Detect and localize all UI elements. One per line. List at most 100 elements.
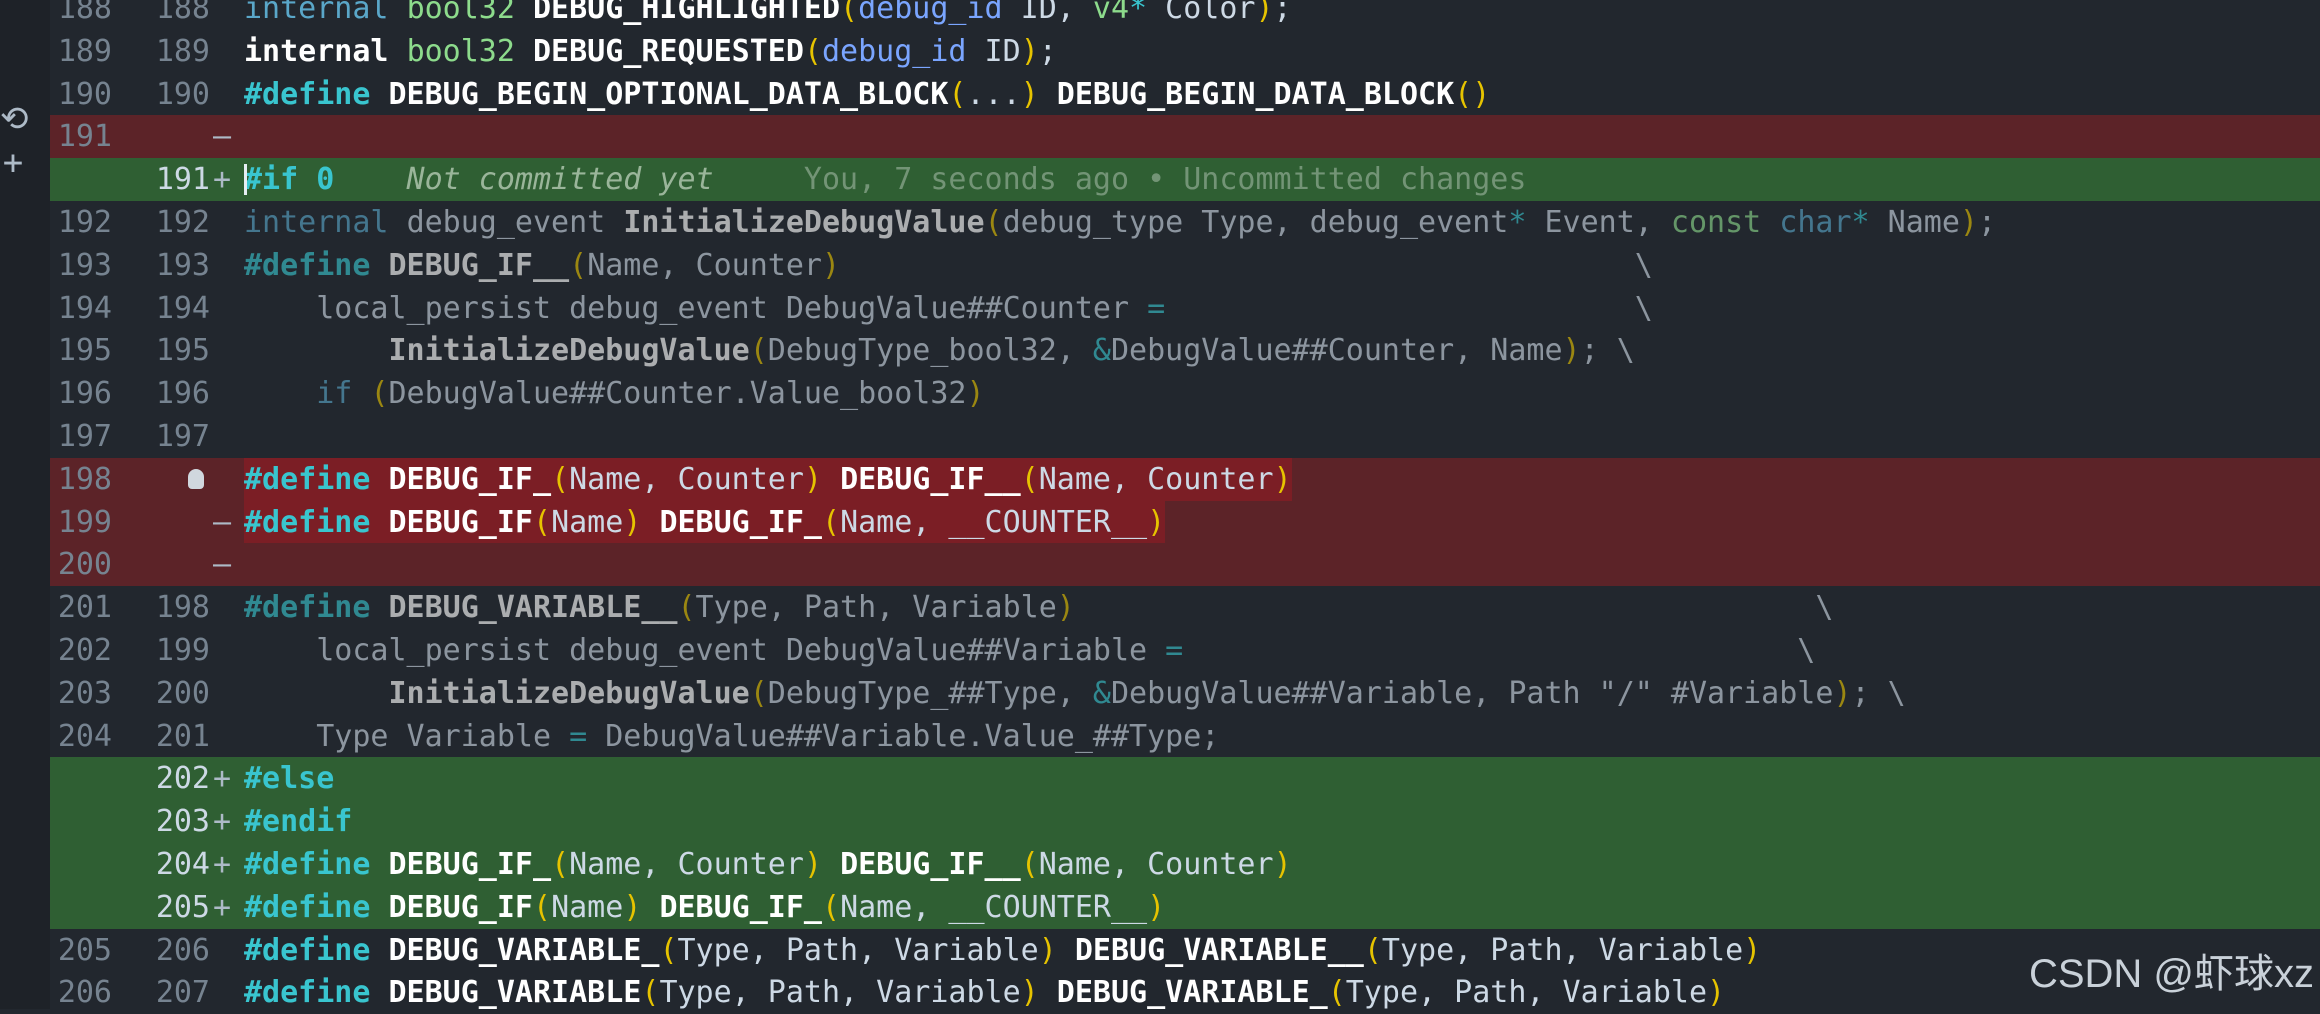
added-marker: +	[212, 804, 232, 840]
code-token: (	[1327, 975, 1346, 1011]
code-token: internal	[244, 0, 407, 26]
code-token: ...	[966, 76, 1021, 112]
code-line[interactable]: 206 207 #define DEBUG_VARIABLE(Type, Path,…	[50, 971, 2320, 1014]
code-token: DEBUG_IF_	[659, 889, 822, 925]
code-token: (	[749, 675, 768, 711]
code-token: *	[1851, 205, 1870, 240]
code-token: DEBUG_VARIABLE__	[1074, 932, 1364, 968]
code-line[interactable]: 199— #define DEBUG_IF(Name) DEBUG_IF_(Nam…	[50, 500, 2320, 544]
code-token: ;	[1977, 205, 1997, 240]
code-line[interactable]: 194 194 local_persist debug_event DebugVa…	[50, 287, 2320, 330]
code-token: )	[1147, 889, 1166, 925]
code-text: local_persist debug_event DebugValue##Va…	[244, 629, 1815, 672]
old-line-number: 197	[57, 419, 112, 454]
code-token: )	[803, 847, 822, 882]
code-token: )	[623, 504, 642, 540]
code-token: (	[822, 889, 841, 925]
new-line-number: 197	[155, 419, 210, 454]
code-token: #define	[244, 847, 389, 882]
text-cursor	[244, 164, 247, 196]
code-line[interactable]: 192 192 internal debug_event InitializeDeb…	[50, 201, 2320, 244]
code-text: internal bool32 DEBUG_HIGHLIGHTED(debug_…	[244, 0, 1292, 30]
code-token: DebugValue##Counter.Value_bool32	[388, 376, 967, 412]
code-line[interactable]: 203 + #endif	[50, 800, 2320, 844]
code-token: (	[551, 461, 570, 497]
code-text: #endif	[244, 800, 352, 843]
code-line[interactable]: 197 197	[50, 415, 2320, 458]
code-token: Name, Counter	[1038, 847, 1274, 882]
code-token: )	[822, 247, 841, 283]
code-token: debug_id	[822, 33, 967, 69]
code-token: Type, Path, Variable	[659, 975, 1021, 1011]
code-token: DEBUG_VARIABLE_	[388, 932, 660, 968]
code-text: Type Variable = DebugValue##Variable.Val…	[244, 715, 1219, 758]
code-line[interactable]: 205 206 #define DEBUG_VARIABLE_(Type, Path…	[50, 929, 2320, 972]
code-token: =	[1165, 633, 1184, 668]
code-token: #define	[244, 461, 389, 497]
code-line[interactable]: 204 + #define DEBUG_IF_(Name, Counter) DEB…	[50, 843, 2320, 886]
code-token: Name, Counter	[569, 847, 804, 882]
code-token: )	[803, 461, 822, 497]
code-token: DEBUG_REQUESTED	[533, 33, 804, 69]
code-token: DEBUG_VARIABLE__	[388, 590, 678, 626]
new-line-number: 189	[155, 33, 210, 69]
code-text: #define DEBUG_VARIABLE__(Type, Path, Var…	[244, 586, 1833, 629]
old-line-number: 195	[57, 333, 112, 369]
code-token: ()	[1454, 76, 1491, 112]
code-line[interactable]: 191 —	[50, 115, 2320, 159]
code-line[interactable]: 200 —	[50, 543, 2320, 587]
code-line[interactable]: 196 196 if (DebugValue##Counter.Value_boo…	[50, 372, 2320, 415]
code-token: bool32	[406, 33, 533, 69]
code-token: Type Variable	[244, 718, 570, 754]
code-token: Name, __COUNTER__	[840, 889, 1148, 925]
code-token: (	[677, 590, 696, 626]
code-token: local_persist debug_event DebugValue##Co…	[244, 290, 1148, 326]
code-line[interactable]: 193 193 #define DEBUG_IF__(Name, Counter) …	[50, 244, 2320, 287]
old-line-number: 202	[57, 633, 112, 668]
code-line[interactable]: 204 201 Type Variable = DebugValue##Varia…	[50, 715, 2320, 758]
code-line[interactable]: 201 198 #define DEBUG_VARIABLE__(Type, Pat…	[50, 586, 2320, 629]
code-token: if	[244, 376, 371, 412]
code-line[interactable]: 195 195 InitializeDebugValue(DebugType_bo…	[50, 329, 2320, 372]
code-token: debug_event	[406, 205, 624, 240]
code-line[interactable]: 188 188 internal bool32 DEBUG_HIGHLIGHTED(…	[50, 0, 2320, 30]
lightbulb-icon[interactable]	[188, 468, 204, 489]
code-token: Name	[551, 504, 624, 540]
code-line[interactable]: 190 190 #define DEBUG_BEGIN_OPTIONAL_DATA_…	[50, 73, 2320, 116]
code-token: DEBUG_IF_	[388, 461, 552, 497]
old-line-number: 193	[57, 247, 112, 283]
undo-icon[interactable]: ⟲	[0, 102, 29, 136]
code-text: InitializeDebugValue(DebugType_bool32, &…	[244, 329, 1635, 372]
old-line-number: 198	[57, 461, 112, 497]
new-line-number: 190	[155, 76, 210, 112]
code-token: (	[370, 376, 389, 412]
code-token: #define	[244, 247, 389, 283]
code-token: )	[1020, 33, 1039, 69]
code-line[interactable]: 203 200 InitializeDebugValue(DebugType_##…	[50, 672, 2320, 715]
code-token: Name	[1869, 205, 1960, 240]
code-line[interactable]: 202 199 local_persist debug_event DebugVa…	[50, 629, 2320, 672]
code-token: \	[1183, 633, 1816, 668]
code-line[interactable]: 189 189 internal bool32 DEBUG_REQUESTED(de…	[50, 30, 2320, 73]
code-text: internal debug_event InitializeDebugValu…	[244, 201, 1996, 244]
code-line[interactable]: 198 #define DEBUG_IF_(Name, Counter) DEBU…	[50, 457, 2320, 501]
code-line[interactable]: 191 + #if 0 Not committed yet You, 7 secon…	[50, 158, 2320, 202]
plus-icon[interactable]: +	[0, 146, 26, 180]
code-line[interactable]: 202 + #else	[50, 757, 2320, 801]
code-token: )	[1056, 590, 1075, 626]
code-token: (	[822, 504, 841, 540]
code-line[interactable]: 205 + #define DEBUG_IF(Name) DEBUG_IF_(Nam…	[50, 885, 2320, 929]
gutter-toolbar: ⟲ +	[0, 0, 50, 1009]
code-token: ; \	[1580, 333, 1635, 369]
new-line-number: 201	[155, 718, 210, 754]
new-line-number: 195	[155, 333, 210, 369]
old-line-number: 190	[57, 76, 112, 112]
code-token: #define	[244, 590, 389, 626]
code-token: #define	[244, 932, 389, 968]
code-token: char	[1779, 205, 1852, 240]
